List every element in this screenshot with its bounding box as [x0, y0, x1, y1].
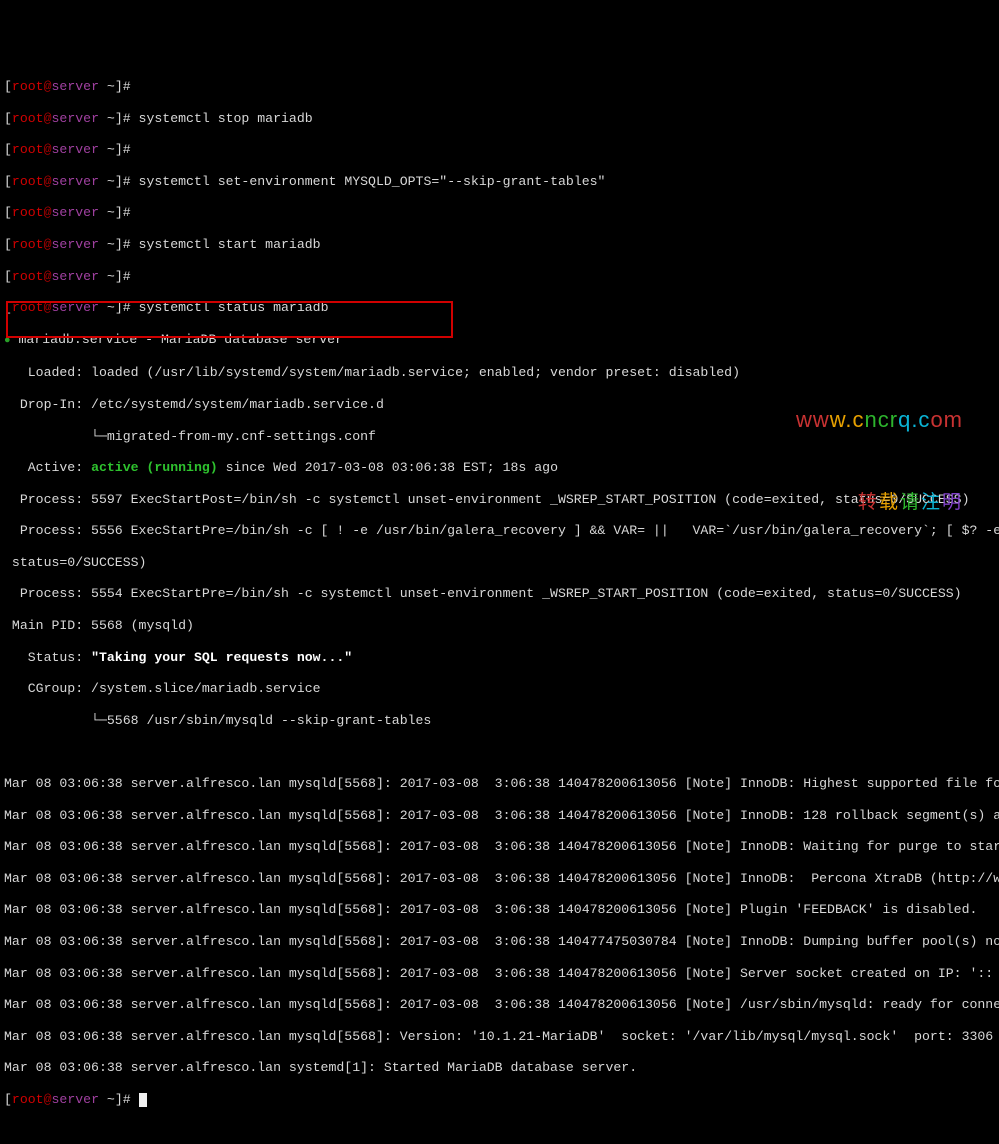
log-line: Mar 08 03:06:38 server.alfresco.lan syst… — [4, 1060, 995, 1076]
watermark-url: www.cncrq.com — [767, 396, 963, 443]
watermark: www.cncrq.com 转载请注明 — [767, 364, 963, 542]
prompt-cursor-line[interactable]: [root@server ~]# — [4, 1092, 995, 1108]
status-cgroup2: └─5568 /usr/sbin/mysqld --skip-grant-tab… — [4, 713, 995, 729]
prompt-line: [root@server ~]# — [4, 79, 995, 95]
log-line: Mar 08 03:06:38 server.alfresco.lan mysq… — [4, 934, 995, 950]
prompt-line: [root@server ~]# — [4, 142, 995, 158]
status-cgroup1: CGroup: /system.slice/mariadb.service — [4, 681, 995, 697]
log-line: Mar 08 03:06:38 server.alfresco.lan mysq… — [4, 776, 995, 792]
log-line: Mar 08 03:06:38 server.alfresco.lan mysq… — [4, 966, 995, 982]
terminal-output[interactable]: [root@server ~]# [root@server ~]# system… — [0, 63, 999, 1123]
status-mainpid: Main PID: 5568 (mysqld) — [4, 618, 995, 634]
status-proc3: Process: 5554 ExecStartPre=/bin/sh -c sy… — [4, 586, 995, 602]
log-line: Mar 08 03:06:38 server.alfresco.lan mysq… — [4, 808, 995, 824]
cmd-start-line: [root@server ~]# systemctl start mariadb — [4, 237, 995, 253]
log-line: Mar 08 03:06:38 server.alfresco.lan mysq… — [4, 839, 995, 855]
log-line: Mar 08 03:06:38 server.alfresco.lan mysq… — [4, 1029, 995, 1045]
prompt-line: [root@server ~]# — [4, 269, 995, 285]
cmd-setenv-line: [root@server ~]# systemctl set-environme… — [4, 174, 995, 190]
log-line: Mar 08 03:06:38 server.alfresco.lan mysq… — [4, 902, 995, 918]
watermark-text: 转载请注明 — [767, 479, 963, 526]
highlight-box — [6, 301, 453, 338]
log-line: Mar 08 03:06:38 server.alfresco.lan mysq… — [4, 871, 995, 887]
status-proc2b: status=0/SUCCESS) — [4, 555, 995, 571]
cmd-stop-line: [root@server ~]# systemctl stop mariadb — [4, 111, 995, 127]
cursor-icon — [139, 1093, 147, 1107]
status-status: Status: "Taking your SQL requests now...… — [4, 650, 995, 666]
blank-line — [4, 744, 995, 760]
log-line: Mar 08 03:06:38 server.alfresco.lan mysq… — [4, 997, 995, 1013]
prompt-line: [root@server ~]# — [4, 205, 995, 221]
